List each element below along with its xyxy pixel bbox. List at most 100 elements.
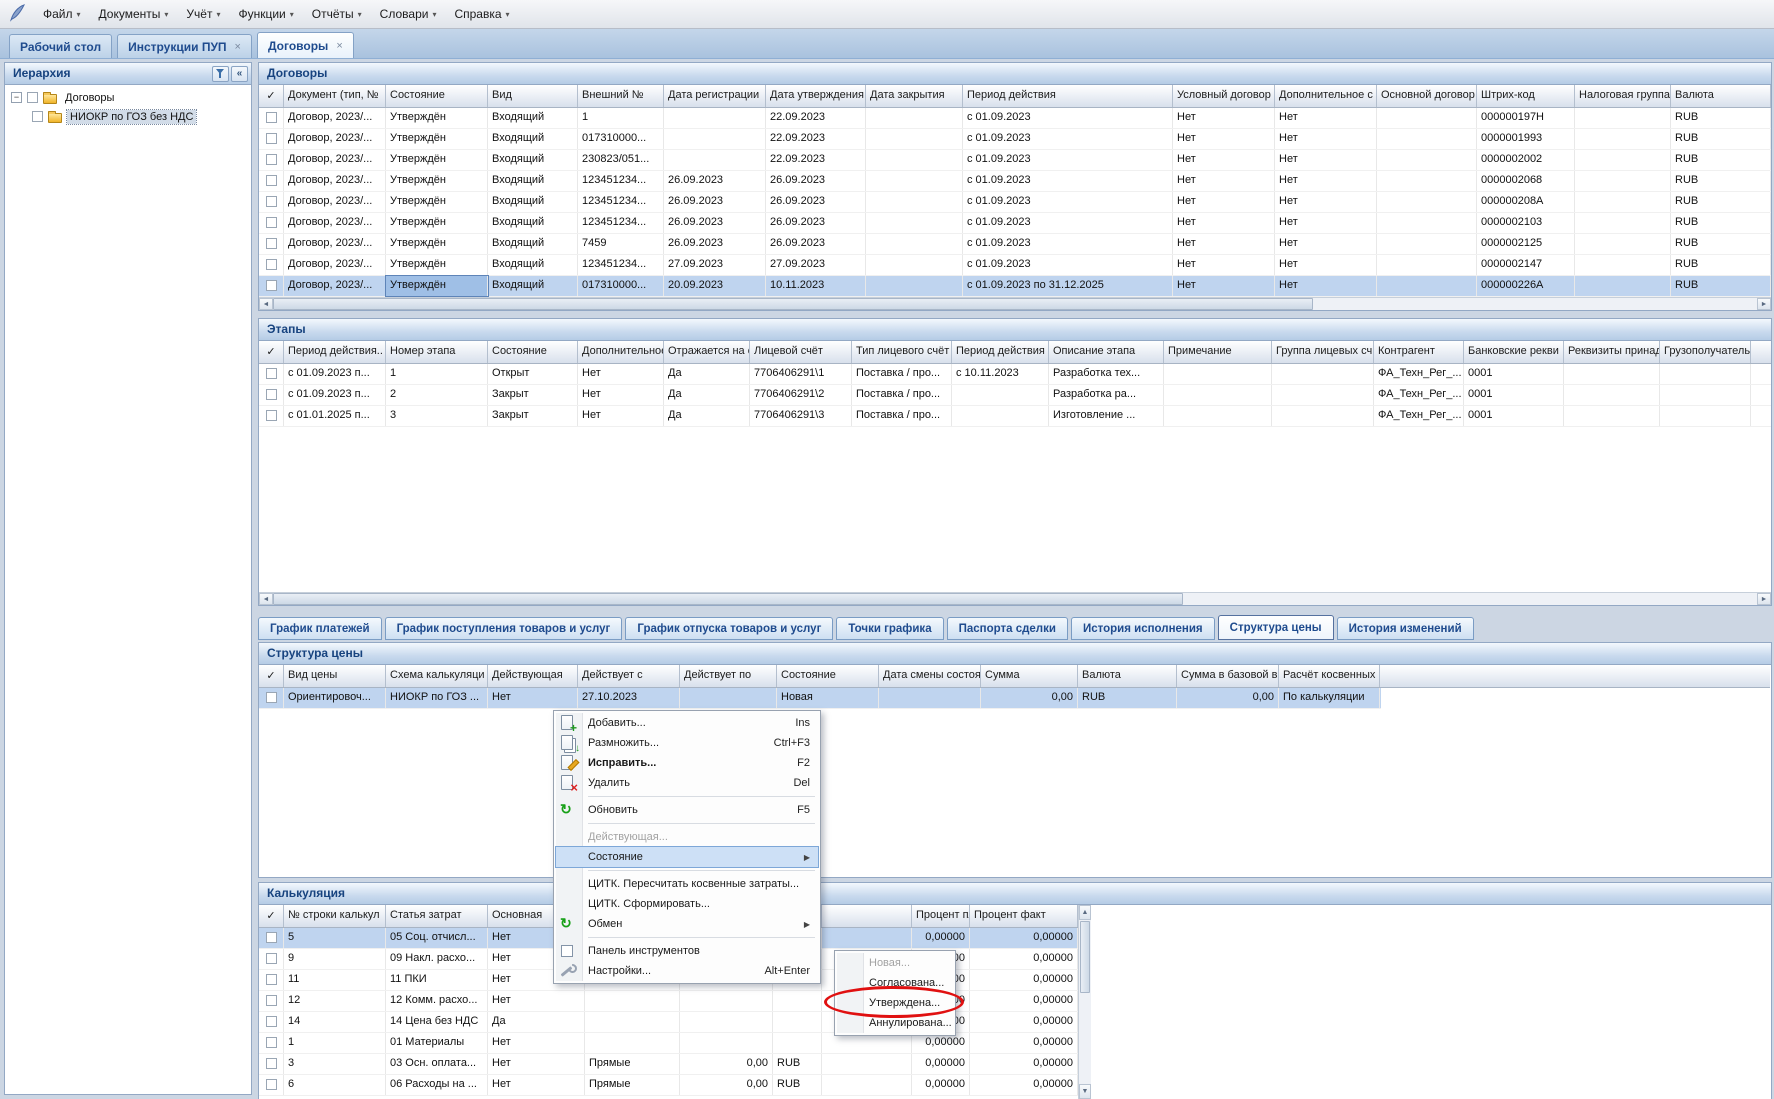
- row-checkbox[interactable]: [266, 410, 277, 421]
- row-checkbox[interactable]: [266, 154, 277, 165]
- scrollbar-thumb[interactable]: [273, 593, 1183, 605]
- row-checkbox[interactable]: [266, 953, 277, 964]
- table-row[interactable]: Договор, 2023/...УтверждёнВходящий230823…: [259, 150, 1771, 171]
- table-row[interactable]: 101 МатериалыНет0,000000,00000: [259, 1033, 1078, 1054]
- menu-dictionaries[interactable]: Словари▾: [371, 3, 446, 25]
- column-header[interactable]: Условный договор: [1173, 85, 1275, 107]
- column-header[interactable]: Налоговая группа: [1575, 85, 1671, 107]
- column-header[interactable]: Внешний №: [578, 85, 664, 107]
- scrollbar-thumb[interactable]: [1080, 921, 1090, 993]
- column-header[interactable]: Процент факт: [970, 905, 1078, 927]
- table-row[interactable]: Договор, 2023/...УтверждёнВходящий123451…: [259, 171, 1771, 192]
- subtab-payments-schedule[interactable]: График платежей: [258, 617, 382, 640]
- column-header[interactable]: Группа лицевых сч: [1272, 341, 1374, 363]
- menu-item-exchange[interactable]: Обмен▶: [556, 914, 818, 934]
- column-header[interactable]: Номер этапа: [386, 341, 488, 363]
- table-row[interactable]: с 01.01.2025 п...3ЗакрытНетДа7706406291\…: [259, 406, 1771, 427]
- table-row[interactable]: 303 Осн. оплата...НетПрямые0,00RUB0,0000…: [259, 1054, 1078, 1075]
- column-header[interactable]: Вид: [488, 85, 578, 107]
- column-header[interactable]: Дата регистрации: [664, 85, 766, 107]
- column-header[interactable]: ✓: [259, 85, 284, 107]
- row-checkbox[interactable]: [266, 280, 277, 291]
- table-row[interactable]: Договор, 2023/...УтверждёнВходящий745926…: [259, 234, 1771, 255]
- scroll-right-button[interactable]: ►: [1757, 298, 1771, 310]
- close-icon[interactable]: ×: [336, 40, 342, 52]
- menu-documents[interactable]: Документы▾: [90, 3, 178, 25]
- tab-contracts[interactable]: Договоры×: [257, 32, 354, 58]
- column-header[interactable]: Статья затрат: [386, 905, 488, 927]
- menu-item-duplicate[interactable]: Размножить...Ctrl+F3: [556, 733, 818, 753]
- column-header[interactable]: Примечание: [1164, 341, 1272, 363]
- column-header[interactable]: Грузополучатель: [1660, 341, 1751, 363]
- row-checkbox[interactable]: [266, 932, 277, 943]
- column-header[interactable]: Реквизиты принад: [1564, 341, 1660, 363]
- menu-file[interactable]: Файл▾: [34, 3, 90, 25]
- column-header[interactable]: Сумма в базовой в: [1177, 665, 1279, 687]
- menu-item-citk-recalc[interactable]: ЦИТК. Пересчитать косвенные затраты...: [556, 874, 818, 894]
- column-header[interactable]: Дополнительное с: [1275, 85, 1377, 107]
- tree-checkbox[interactable]: [27, 92, 38, 103]
- column-header[interactable]: Дата смены состоя: [879, 665, 981, 687]
- column-header[interactable]: Документ (тип, №: [284, 85, 386, 107]
- row-checkbox[interactable]: [266, 217, 277, 228]
- column-header[interactable]: Штрих-код: [1477, 85, 1575, 107]
- subtab-deal-passports[interactable]: Паспорта сделки: [947, 617, 1068, 640]
- scroll-right-button[interactable]: ►: [1757, 593, 1771, 605]
- menu-item-annulled[interactable]: Аннулирована...: [837, 1013, 953, 1033]
- table-row[interactable]: Договор, 2023/...УтверждёнВходящий123451…: [259, 213, 1771, 234]
- table-row[interactable]: Ориентировоч...НИОКР по ГОЗ ...Нет27.10.…: [259, 688, 1381, 709]
- column-header[interactable]: № строки калькул: [284, 905, 386, 927]
- subtab-price-structure[interactable]: Структура цены: [1218, 615, 1334, 640]
- subtab-goods-issue-schedule[interactable]: График отпуска товаров и услуг: [625, 617, 833, 640]
- tab-instructions[interactable]: Инструкции ПУП×: [117, 34, 252, 58]
- row-checkbox[interactable]: [266, 259, 277, 270]
- subtab-goods-receipt-schedule[interactable]: График поступления товаров и услуг: [385, 617, 623, 640]
- table-row[interactable]: с 01.09.2023 п...1ОткрытНетДа7706406291\…: [259, 364, 1771, 385]
- column-header[interactable]: Период действия: [963, 85, 1173, 107]
- column-header[interactable]: Отражается на су: [664, 341, 750, 363]
- subtab-schedule-points[interactable]: Точки графика: [836, 617, 943, 640]
- column-header[interactable]: Лицевой счёт: [750, 341, 852, 363]
- column-header[interactable]: Период действия..: [284, 341, 386, 363]
- table-row[interactable]: с 01.09.2023 п...2ЗакрытНетДа7706406291\…: [259, 385, 1771, 406]
- row-checkbox[interactable]: [266, 368, 277, 379]
- menu-item-refresh[interactable]: ОбновитьF5: [556, 800, 818, 820]
- menu-help[interactable]: Справка▾: [445, 3, 518, 25]
- column-header[interactable]: Состояние: [777, 665, 879, 687]
- column-header[interactable]: Состояние: [488, 341, 578, 363]
- menu-item-add[interactable]: Добавить...Ins: [556, 713, 818, 733]
- row-checkbox[interactable]: [266, 1079, 277, 1090]
- column-header[interactable]: Контрагент: [1374, 341, 1464, 363]
- row-checkbox[interactable]: [266, 974, 277, 985]
- column-header[interactable]: ✓: [259, 341, 284, 363]
- row-checkbox[interactable]: [266, 238, 277, 249]
- row-checkbox[interactable]: [266, 389, 277, 400]
- table-row[interactable]: Договор, 2023/...УтверждёнВходящий017310…: [259, 276, 1771, 297]
- menu-item-citk-generate[interactable]: ЦИТК. Сформировать...: [556, 894, 818, 914]
- column-header[interactable]: Схема калькуляци: [386, 665, 488, 687]
- vertical-scrollbar[interactable]: ▲ ▼: [1078, 905, 1091, 1099]
- column-header[interactable]: Дата утверждения: [766, 85, 866, 107]
- table-row[interactable]: Договор, 2023/...УтверждёнВходящий017310…: [259, 129, 1771, 150]
- scrollbar-thumb[interactable]: [273, 298, 1313, 310]
- column-header[interactable]: Действующая: [488, 665, 578, 687]
- menu-reports[interactable]: Отчёты▾: [303, 3, 371, 25]
- horizontal-scrollbar[interactable]: ◄ ►: [259, 592, 1771, 605]
- menu-accounting[interactable]: Учёт▾: [177, 3, 229, 25]
- column-header[interactable]: Сумма: [981, 665, 1078, 687]
- subtab-execution-history[interactable]: История исполнения: [1071, 617, 1215, 640]
- column-header[interactable]: Действует по: [680, 665, 777, 687]
- table-row[interactable]: 606 Расходы на ...НетПрямые0,00RUB0,0000…: [259, 1075, 1078, 1096]
- column-header[interactable]: Тип лицевого счёт: [852, 341, 952, 363]
- column-header[interactable]: Действует с: [578, 665, 680, 687]
- collapse-sidebar-button[interactable]: «: [231, 66, 248, 82]
- column-header[interactable]: Период действия э: [952, 341, 1049, 363]
- column-header[interactable]: Состояние: [386, 85, 488, 107]
- column-header[interactable]: Дата закрытия: [866, 85, 963, 107]
- table-row[interactable]: Договор, 2023/...УтверждёнВходящий122.09…: [259, 108, 1771, 129]
- scroll-up-button[interactable]: ▲: [1079, 905, 1091, 920]
- row-checkbox[interactable]: [266, 1016, 277, 1027]
- scroll-left-button[interactable]: ◄: [259, 298, 273, 310]
- row-checkbox[interactable]: [266, 1037, 277, 1048]
- scroll-left-button[interactable]: ◄: [259, 593, 273, 605]
